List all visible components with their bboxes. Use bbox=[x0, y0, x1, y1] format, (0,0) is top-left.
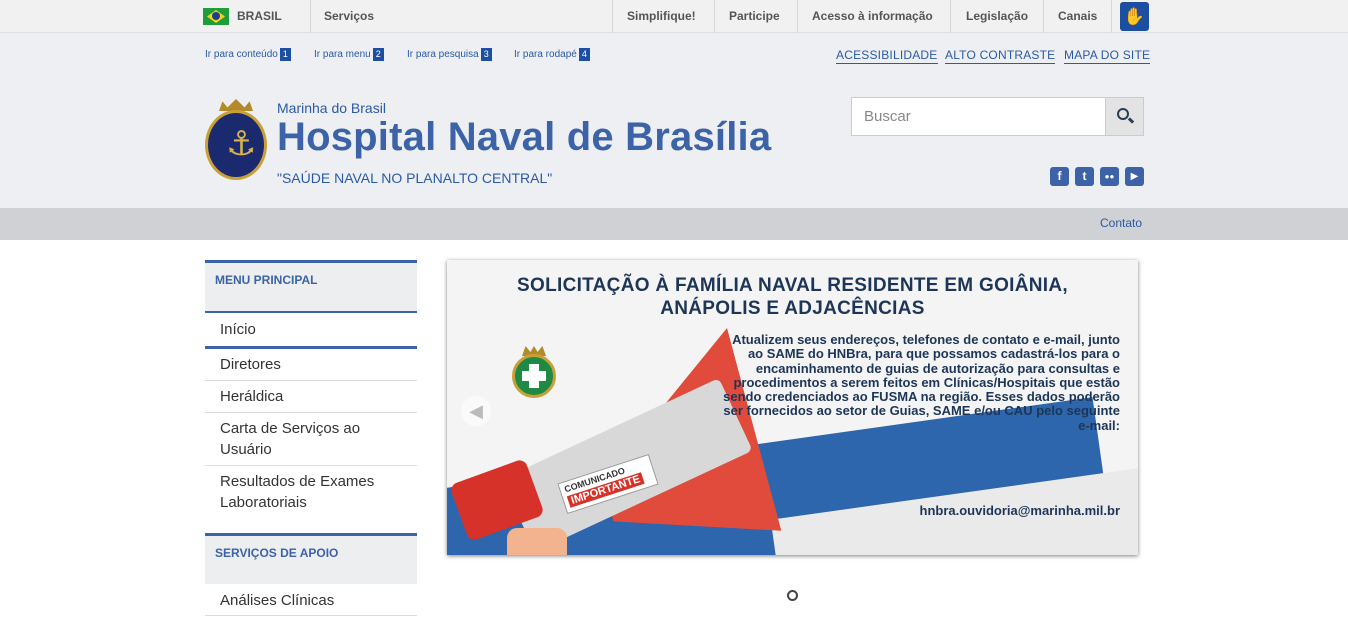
carousel-dot[interactable] bbox=[787, 590, 798, 601]
divider bbox=[950, 0, 951, 33]
brasil-link[interactable]: BRASIL bbox=[237, 9, 282, 23]
divider bbox=[714, 0, 715, 33]
sidebar-item-analises-clinicas[interactable]: Análises Clínicas bbox=[205, 584, 417, 616]
youtube-icon[interactable]: ▶ bbox=[1125, 167, 1144, 186]
sidebar-item-heraldica[interactable]: Heráldica bbox=[205, 381, 417, 413]
canais-link[interactable]: Canais bbox=[1058, 9, 1097, 23]
search-button[interactable] bbox=[1105, 98, 1143, 135]
carousel-slide[interactable]: SOLICITAÇÃO À FAMÍLIA NAVAL RESIDENTE EM… bbox=[447, 260, 1138, 555]
banner-heading: SOLICITAÇÃO À FAMÍLIA NAVAL RESIDENTE EM… bbox=[517, 275, 1068, 319]
search-box bbox=[851, 97, 1144, 136]
hospital-emblem-icon bbox=[504, 346, 564, 400]
sidebar-item-inicio[interactable]: Início bbox=[205, 311, 417, 349]
skip-to-menu-link[interactable]: Ir para menu 2 bbox=[314, 48, 384, 61]
sidebar-item-carta-servicos[interactable]: Carta de Serviços ao Usuário bbox=[205, 413, 417, 466]
high-contrast-link[interactable]: ALTO CONTRASTE bbox=[945, 48, 1056, 64]
sidebar-item-diretores[interactable]: Diretores bbox=[205, 349, 417, 381]
service-nav-bar: Contato bbox=[0, 208, 1348, 240]
menu-principal-heading: MENU PRINCIPAL bbox=[215, 273, 318, 287]
servicos-apoio-heading: SERVIÇOS DE APOIO bbox=[215, 546, 339, 560]
skip-to-footer-link[interactable]: Ir para rodapé 4 bbox=[514, 48, 590, 61]
simplifique-link[interactable]: Simplifique! bbox=[627, 9, 696, 23]
skip-to-content-link[interactable]: Ir para conteúdo 1 bbox=[205, 48, 291, 61]
navy-emblem-logo[interactable]: ⚓ bbox=[203, 99, 269, 181]
anchor-icon: ⚓ bbox=[226, 125, 257, 163]
divider bbox=[1111, 0, 1112, 33]
site-header: Ir para conteúdo 1 Ir para menu 2 Ir para … bbox=[0, 33, 1348, 208]
divider bbox=[797, 0, 798, 33]
hand-icon bbox=[507, 528, 567, 555]
twitter-icon[interactable]: t bbox=[1075, 167, 1094, 186]
sidebar-item-resultados-exames[interactable]: Resultados de Exames Laboratoriais bbox=[205, 466, 417, 519]
banner-email: hnbra.ouvidoria@marinha.mil.br bbox=[919, 503, 1120, 518]
banner-body-text: Atualizem seus endereços, telefones de c… bbox=[723, 332, 1120, 433]
vlibras-hands-icon[interactable]: ✋ bbox=[1120, 2, 1149, 31]
divider bbox=[1043, 0, 1044, 33]
servicos-link[interactable]: Serviços bbox=[324, 9, 374, 23]
org-name: Marinha do Brasil bbox=[277, 100, 386, 116]
participe-link[interactable]: Participe bbox=[729, 9, 780, 23]
site-map-link[interactable]: MAPA DO SITE bbox=[1064, 48, 1151, 64]
flickr-icon[interactable]: ●● bbox=[1100, 167, 1119, 186]
acesso-informacao-link[interactable]: Acesso à informação bbox=[812, 9, 933, 23]
brazil-flag-icon bbox=[203, 8, 229, 25]
legislacao-link[interactable]: Legislação bbox=[966, 9, 1028, 23]
contato-link[interactable]: Contato bbox=[1100, 216, 1142, 230]
arrow-left-icon[interactable]: ◀ bbox=[461, 396, 491, 426]
servicos-apoio-section: SERVIÇOS DE APOIO bbox=[205, 533, 417, 584]
facebook-icon[interactable]: f bbox=[1050, 167, 1069, 186]
divider bbox=[612, 0, 613, 33]
accessibility-link[interactable]: ACESSIBILIDADE bbox=[836, 48, 938, 64]
site-slogan: "SAÚDE NAVAL NO PLANALTO CENTRAL" bbox=[277, 170, 553, 186]
gov-top-bar: BRASIL Serviços Simplifique! Participe A… bbox=[0, 0, 1348, 33]
divider bbox=[310, 0, 311, 33]
skip-to-search-link[interactable]: Ir para pesquisa 3 bbox=[407, 48, 492, 61]
search-input[interactable] bbox=[852, 98, 1106, 135]
menu-principal-section: MENU PRINCIPAL bbox=[205, 260, 417, 311]
site-title[interactable]: Hospital Naval de Brasília bbox=[277, 115, 771, 160]
